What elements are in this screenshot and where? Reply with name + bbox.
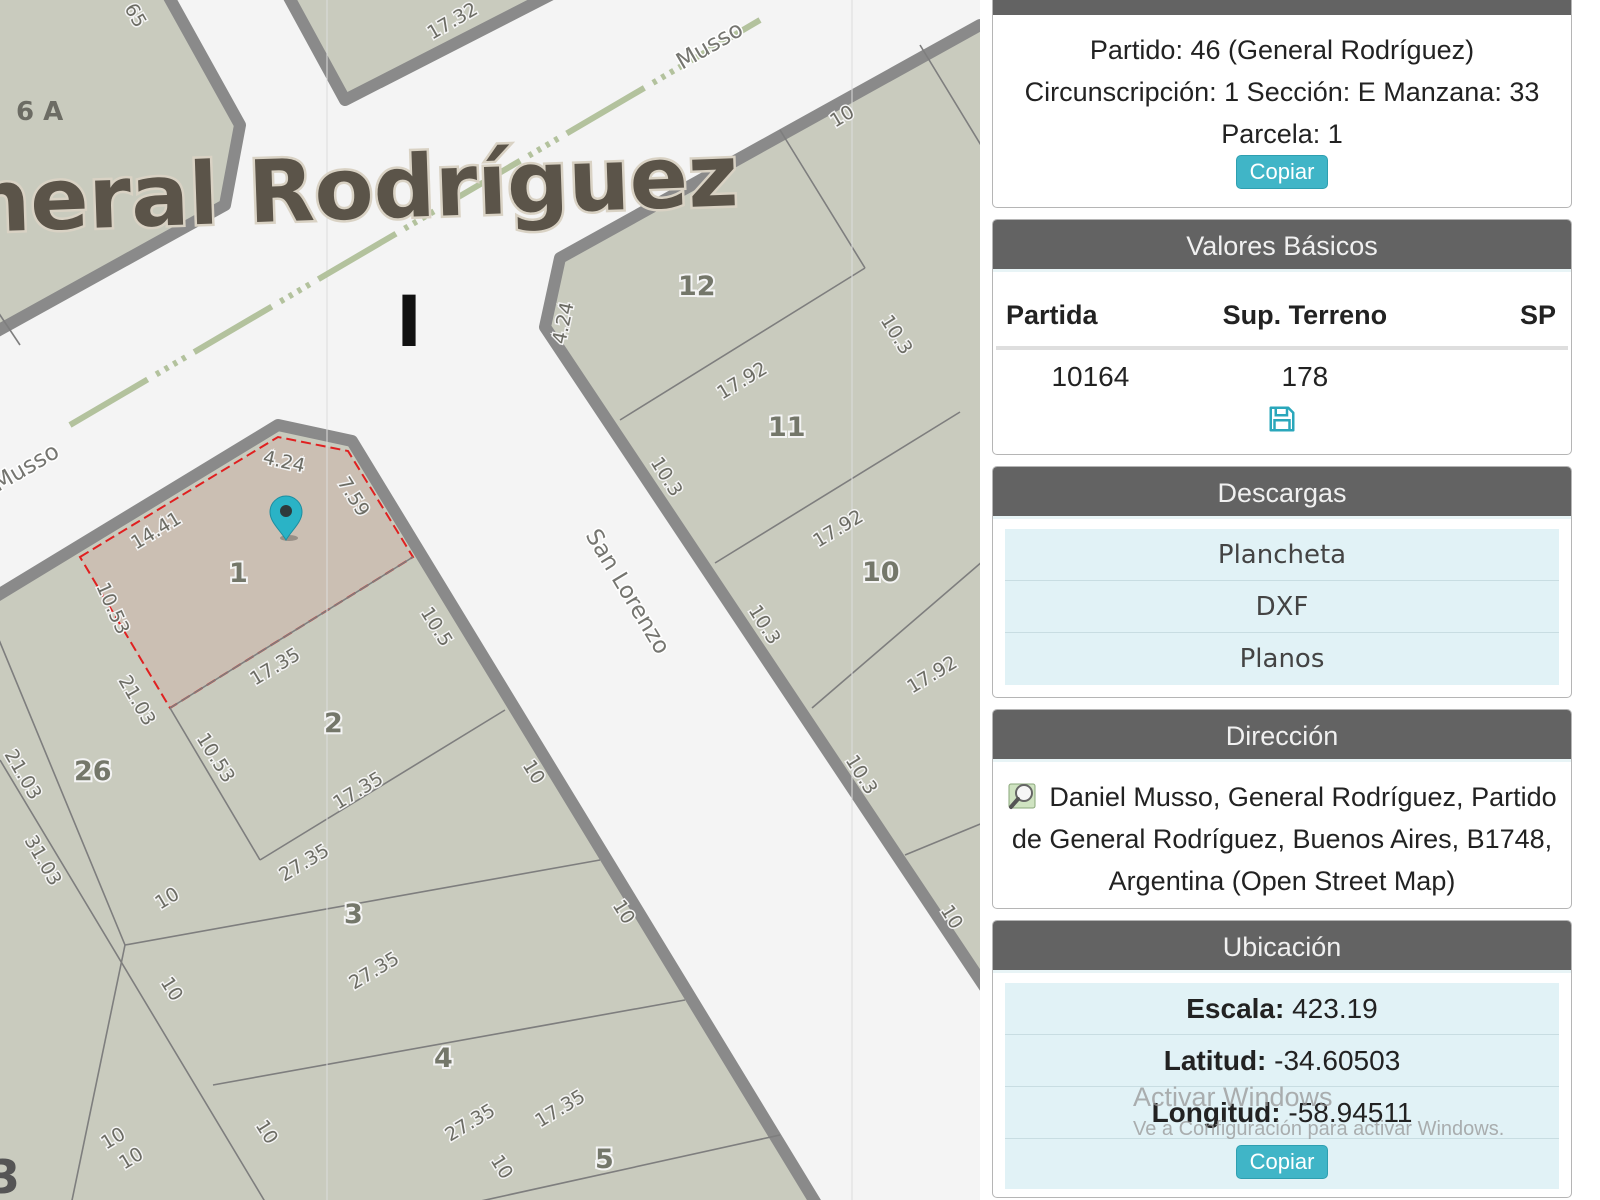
- downloads-list: Plancheta DXF Planos: [1005, 529, 1559, 685]
- escala-row: Escala: 423.19: [1005, 983, 1559, 1035]
- map-search-icon[interactable]: [1007, 778, 1041, 812]
- cadastral-map[interactable]: Musso Musso San Lorenzo neral Rodríguez …: [0, 0, 980, 1200]
- descargas-title: Descargas: [993, 467, 1571, 519]
- download-plancheta[interactable]: Plancheta: [1005, 529, 1559, 581]
- partida-value: 10164: [1051, 361, 1130, 392]
- windows-activation-title: Activar Windows: [1133, 1082, 1333, 1112]
- latitud-value: -34.60503: [1274, 1045, 1401, 1076]
- copy-nomenclatura-button[interactable]: Copiar: [1236, 155, 1328, 189]
- address-block: Daniel Musso, General Rodríguez, Partido…: [993, 762, 1571, 902]
- partido-text: Partido: 46 (General Rodríguez): [1089, 35, 1475, 65]
- address-text: Daniel Musso, General Rodríguez, Partido…: [1011, 782, 1557, 896]
- ubicacion-card: Ubicación Escala: 423.19 Latitud: -34.60…: [992, 920, 1572, 1198]
- parcel-number: 1: [229, 558, 248, 589]
- valores-table: Partida Sup. Terreno SP 10164 178: [996, 284, 1568, 404]
- download-dxf[interactable]: DXF: [1005, 581, 1559, 633]
- table-row: 10164 178: [996, 348, 1568, 404]
- parcel-number: 26: [74, 756, 112, 787]
- parcel-number: 2: [324, 708, 343, 739]
- street-label-musso-top: Musso: [672, 16, 748, 75]
- column-header: Sup. Terreno: [1184, 284, 1425, 350]
- download-planos[interactable]: Planos: [1005, 633, 1559, 685]
- info-panel: Partido: 46 (General Rodríguez) Circunsc…: [980, 0, 1600, 1200]
- valores-basicos-card: Valores Básicos Partida Sup. Terreno SP …: [992, 219, 1572, 455]
- parcel-number: 10: [862, 557, 900, 588]
- block-top-middle: [283, 0, 554, 106]
- sp-value: [1425, 348, 1568, 404]
- street-label-san-lorenzo: San Lorenzo: [580, 525, 675, 659]
- nomenclatura-text: Circunscripción: 1 Sección: E Manzana: 3…: [1024, 77, 1540, 107]
- descargas-card: Descargas Plancheta DXF Planos: [992, 466, 1572, 698]
- section-letter: I: [396, 281, 422, 363]
- sup-terreno-value: 178: [1281, 361, 1329, 392]
- parcel-info-header: [993, 0, 1571, 15]
- direccion-card: Dirección Daniel Musso, General Rodrígue…: [992, 709, 1572, 909]
- direccion-title: Dirección: [993, 710, 1571, 762]
- corner-fragment: 3: [0, 1150, 20, 1200]
- valores-basicos-title: Valores Básicos: [993, 220, 1571, 272]
- parcel-number: 11: [768, 412, 806, 443]
- escala-value: 423.19: [1292, 993, 1378, 1024]
- map-canvas[interactable]: Musso Musso San Lorenzo neral Rodríguez …: [0, 0, 980, 1200]
- windows-activation-subtitle: Ve a Configuración para activar Windows.: [1133, 1118, 1505, 1140]
- parcel-info-card: Partido: 46 (General Rodríguez) Circunsc…: [992, 0, 1572, 208]
- copy-location-button[interactable]: Copiar: [1236, 1145, 1328, 1179]
- parcel-number: 12: [678, 271, 716, 302]
- ubicacion-title: Ubicación: [993, 921, 1571, 973]
- latitud-row: Latitud: -34.60503: [1005, 1035, 1559, 1087]
- locality-code: 6 A: [16, 97, 63, 127]
- column-header: Partida: [996, 284, 1185, 350]
- save-icon[interactable]: [1267, 404, 1297, 434]
- parcel-number: 3: [344, 899, 363, 930]
- parcel-number: 4: [434, 1043, 453, 1074]
- parcel-number: 5: [595, 1144, 614, 1175]
- escala-label: Escala:: [1186, 993, 1285, 1024]
- latitud-label: Latitud:: [1163, 1045, 1267, 1076]
- parcela-text: Parcela: 1: [1221, 119, 1343, 149]
- column-header: SP: [1424, 284, 1568, 350]
- street-label-musso-left: Musso: [0, 438, 64, 497]
